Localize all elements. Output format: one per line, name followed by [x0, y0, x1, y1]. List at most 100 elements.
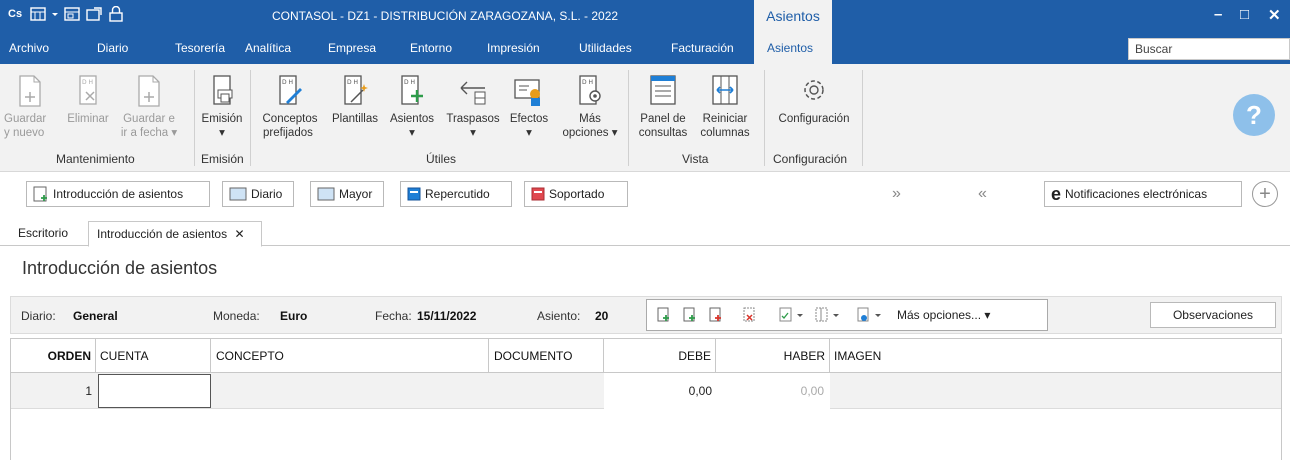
cell-debe[interactable]: 0,00	[604, 373, 716, 409]
configuracion-button[interactable]: Configuración	[770, 74, 858, 126]
cuenta-input[interactable]	[98, 374, 211, 408]
introduccion-asientos-label: Introducción de asientos	[53, 187, 184, 201]
tab-empresa[interactable]: Empresa	[328, 41, 376, 55]
notificaciones-electronicas-button[interactable]: e Notificaciones electrónicas	[1044, 181, 1242, 207]
add-row-red-icon[interactable]	[709, 307, 723, 326]
cell-haber[interactable]: 0,00	[716, 373, 830, 409]
svg-text:D H: D H	[404, 79, 415, 86]
column-header-cuenta[interactable]: CUENTA	[96, 339, 211, 373]
guardar-nuevo-label-1: Guardar	[4, 113, 47, 125]
mas-opciones-dropdown[interactable]: Más opciones... ▾	[897, 308, 990, 322]
reiniciar-label-1: Reiniciar	[702, 113, 748, 125]
add-row-green-icon[interactable]	[657, 307, 671, 326]
window-title: CONTASOL - DZ1 - DISTRIBUCIÓN ZARAGOZANA…	[272, 9, 619, 23]
introduccion-asientos-button[interactable]: Introducción de asientos	[26, 181, 210, 207]
soportado-button[interactable]: Soportado	[524, 181, 628, 207]
quick-access-toolbar: Cs	[8, 5, 124, 22]
fecha-field-value: 15/11/2022	[417, 309, 477, 323]
mas-opciones-ribbon-button[interactable]: D H Más opciones ▾	[558, 74, 622, 140]
mayor-button[interactable]: Mayor	[310, 181, 384, 207]
guardar-nuevo-button[interactable]: Guardar y nuevo	[4, 74, 60, 140]
add-shortcut-button[interactable]: +	[1252, 181, 1278, 207]
column-header-debe[interactable]: DEBE	[604, 339, 716, 373]
tab-facturacion[interactable]: Facturación	[671, 41, 734, 55]
fecha-field-label: Fecha:	[375, 309, 412, 323]
eliminar-button[interactable]: D H Eliminar	[60, 74, 116, 126]
panel-consultas-button[interactable]: Panel de consultas	[634, 74, 692, 140]
efectos-button[interactable]: Efectos ▾	[506, 74, 552, 140]
tab-introduccion-asientos[interactable]: Introducción de asientos ✕	[88, 221, 262, 247]
tab-utilidades[interactable]: Utilidades	[579, 41, 632, 55]
column-header-documento[interactable]: DOCUMENTO	[489, 339, 604, 373]
conceptos-label-2: prefijados	[263, 127, 313, 139]
column-header-imagen[interactable]: IMAGEN	[830, 339, 1281, 373]
minimize-button[interactable]: –	[1214, 6, 1222, 23]
tab-analitica[interactable]: Analítica	[245, 41, 291, 55]
mas-opciones-label-1: Más	[579, 113, 601, 125]
observaciones-button[interactable]: Observaciones	[1150, 302, 1276, 328]
tab-tesoreria[interactable]: Tesorería	[175, 41, 225, 55]
svg-text:D H: D H	[82, 79, 93, 86]
guardar-fecha-label-2: ir a fecha ▾	[120, 127, 178, 139]
asientos-button[interactable]: D H Asientos ▾	[386, 74, 438, 140]
menu-bar: Archivo Diario Tesorería Analítica Empre…	[0, 32, 1290, 64]
repercutido-button[interactable]: Repercutido	[400, 181, 512, 207]
tab-asientos[interactable]: Asientos	[754, 32, 832, 64]
lock-icon[interactable]	[108, 5, 124, 22]
table-row[interactable]: 1 0,00 0,00	[11, 373, 1281, 409]
diario-field-label: Diario:	[21, 309, 56, 323]
gear-icon	[804, 80, 824, 100]
panel-label-2: consultas	[638, 127, 688, 139]
transfer-icon	[460, 81, 486, 105]
tab-escritorio[interactable]: Escritorio	[18, 226, 68, 240]
search-input[interactable]: Buscar	[1128, 38, 1290, 60]
ledger-icon	[317, 187, 335, 201]
close-tab-icon[interactable]: ✕	[234, 227, 244, 241]
attach-image-dropdown-icon[interactable]	[857, 307, 883, 326]
group-separator	[862, 70, 863, 166]
scroll-left-icon[interactable]: «	[978, 185, 987, 203]
export-icon[interactable]	[86, 6, 102, 22]
asientos-arrow: ▾	[409, 127, 415, 139]
window-icon[interactable]	[64, 6, 80, 22]
asientos-label: Asientos	[389, 113, 435, 125]
column-header-orden[interactable]: ORDEN	[11, 339, 96, 373]
tab-impresion[interactable]: Impresión	[487, 41, 540, 55]
app-logo-icon[interactable]: Cs	[8, 6, 24, 22]
notificaciones-label: Notificaciones electrónicas	[1065, 187, 1208, 201]
guardar-ir-fecha-button[interactable]: Guardar e ir a fecha ▾	[118, 74, 180, 140]
group-label-vista: Vista	[682, 152, 709, 166]
quick-toolbar: Introducción de asientos Diario Mayor Re…	[0, 172, 1290, 216]
calendar-icon[interactable]	[30, 6, 46, 22]
column-header-haber[interactable]: HABER	[716, 339, 830, 373]
column-header-concepto[interactable]: CONCEPTO	[211, 339, 489, 373]
cell-concepto[interactable]	[211, 373, 489, 409]
reiniciar-columnas-button[interactable]: Reiniciar columnas	[694, 74, 756, 140]
plantillas-button[interactable]: D H Plantillas	[328, 74, 382, 126]
tab-diario[interactable]: Diario	[97, 41, 128, 55]
panel-label-1: Panel de	[640, 113, 686, 125]
tab-archivo[interactable]: Archivo	[9, 41, 49, 55]
reiniciar-label-2: columnas	[700, 127, 750, 139]
e-notification-icon: e	[1051, 184, 1062, 204]
columns-dropdown-icon[interactable]	[815, 307, 841, 326]
help-icon[interactable]: ?	[1233, 94, 1275, 136]
insert-row-green-icon[interactable]	[683, 307, 697, 326]
dropdown-arrow-icon[interactable]	[52, 6, 58, 22]
diario-field-value: General	[73, 309, 118, 323]
diario-button[interactable]: Diario	[222, 181, 294, 207]
delete-row-icon[interactable]	[743, 307, 757, 326]
moneda-field-value: Euro	[280, 309, 308, 323]
traspasos-button[interactable]: Traspasos ▾	[442, 74, 504, 140]
emision-button[interactable]: Emisión ▾	[198, 74, 246, 140]
new-document-icon	[19, 75, 41, 107]
tab-entorno[interactable]: Entorno	[410, 41, 452, 55]
close-button[interactable]: ✕	[1268, 6, 1281, 24]
asiento-field-value: 20	[595, 309, 609, 323]
checklist-dropdown-icon[interactable]	[779, 307, 805, 326]
maximize-button[interactable]: □	[1240, 6, 1249, 23]
scroll-right-icon[interactable]: »	[892, 185, 901, 203]
conceptos-prefijados-button[interactable]: D H Conceptos prefijados	[254, 74, 326, 140]
journal-icon	[229, 187, 247, 201]
repercutido-label: Repercutido	[425, 187, 490, 201]
